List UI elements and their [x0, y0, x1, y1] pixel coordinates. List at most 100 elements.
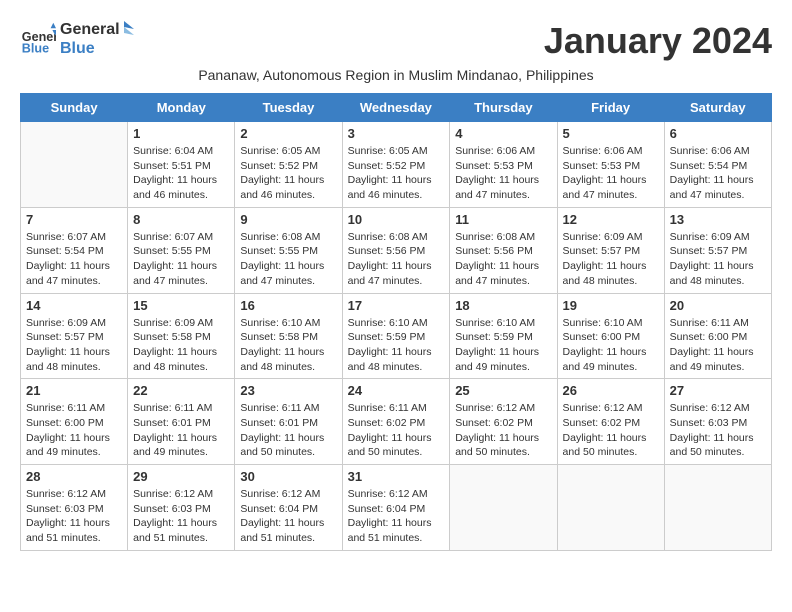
calendar-cell: 29 Sunrise: 6:12 AMSunset: 6:03 PMDayligh… — [128, 465, 235, 551]
day-number: 29 — [133, 469, 229, 484]
day-info: Sunrise: 6:07 AMSunset: 5:54 PMDaylight:… — [26, 230, 122, 289]
day-info: Sunrise: 6:12 AMSunset: 6:02 PMDaylight:… — [563, 401, 659, 460]
svg-text:Blue: Blue — [22, 42, 49, 56]
day-number: 11 — [455, 212, 551, 227]
day-number: 26 — [563, 383, 659, 398]
day-number: 6 — [670, 126, 766, 141]
day-info: Sunrise: 6:11 AMSunset: 6:00 PMDaylight:… — [26, 401, 122, 460]
day-number: 3 — [348, 126, 445, 141]
logo: General Blue General Blue — [20, 20, 134, 58]
day-number: 4 — [455, 126, 551, 141]
header: General Blue General Blue January 2024 — [20, 20, 772, 62]
day-info: Sunrise: 6:09 AMSunset: 5:57 PMDaylight:… — [670, 230, 766, 289]
day-info: Sunrise: 6:11 AMSunset: 6:01 PMDaylight:… — [240, 401, 336, 460]
day-info: Sunrise: 6:07 AMSunset: 5:55 PMDaylight:… — [133, 230, 229, 289]
calendar-cell: 5Sunrise: 6:06 AMSunset: 5:53 PMDaylight… — [557, 122, 664, 208]
day-info: Sunrise: 6:11 AMSunset: 6:00 PMDaylight:… — [670, 316, 766, 375]
day-number: 8 — [133, 212, 229, 227]
calendar-cell: 11 Sunrise: 6:08 AMSunset: 5:56 PMDayligh… — [450, 207, 557, 293]
day-number: 28 — [26, 469, 122, 484]
day-number: 7 — [26, 212, 122, 227]
calendar-cell: 15 Sunrise: 6:09 AMSunset: 5:58 PMDayligh… — [128, 293, 235, 379]
header-thursday: Thursday — [450, 94, 557, 122]
header-saturday: Saturday — [664, 94, 771, 122]
day-number: 30 — [240, 469, 336, 484]
day-info: Sunrise: 6:08 AMSunset: 5:55 PMDaylight:… — [240, 230, 336, 289]
day-number: 14 — [26, 298, 122, 313]
logo-general: General — [60, 20, 120, 39]
calendar-cell: 10 Sunrise: 6:08 AMSunset: 5:56 PMDayligh… — [342, 207, 450, 293]
day-info: Sunrise: 6:06 AMSunset: 5:53 PMDaylight:… — [563, 144, 659, 203]
calendar-cell — [557, 465, 664, 551]
day-number: 25 — [455, 383, 551, 398]
day-info: Sunrise: 6:12 AMSunset: 6:03 PMDaylight:… — [133, 487, 229, 546]
day-info: Sunrise: 6:06 AMSunset: 5:54 PMDaylight:… — [670, 144, 766, 203]
calendar-cell: 30Sunrise: 6:12 AMSunset: 6:04 PMDayligh… — [235, 465, 342, 551]
calendar-cell: 18Sunrise: 6:10 AMSunset: 5:59 PMDayligh… — [450, 293, 557, 379]
calendar-cell: 2Sunrise: 6:05 AMSunset: 5:52 PMDaylight… — [235, 122, 342, 208]
day-number: 22 — [133, 383, 229, 398]
calendar-cell: 7 Sunrise: 6:07 AMSunset: 5:54 PMDaylight… — [21, 207, 128, 293]
day-info: Sunrise: 6:12 AMSunset: 6:04 PMDaylight:… — [348, 487, 445, 546]
day-info: Sunrise: 6:09 AMSunset: 5:58 PMDaylight:… — [133, 316, 229, 375]
calendar-cell: 19 Sunrise: 6:10 AMSunset: 6:00 PMDayligh… — [557, 293, 664, 379]
page-wrapper: General Blue General Blue January 2024 P… — [20, 20, 772, 551]
calendar-cell: 31Sunrise: 6:12 AMSunset: 6:04 PMDayligh… — [342, 465, 450, 551]
day-number: 17 — [348, 298, 445, 313]
calendar-cell — [21, 122, 128, 208]
day-number: 19 — [563, 298, 659, 313]
day-number: 10 — [348, 212, 445, 227]
calendar-cell: 4 Sunrise: 6:06 AMSunset: 5:53 PMDaylight… — [450, 122, 557, 208]
calendar-cell: 3 Sunrise: 6:05 AMSunset: 5:52 PMDaylight… — [342, 122, 450, 208]
day-info: Sunrise: 6:05 AMSunset: 5:52 PMDaylight:… — [348, 144, 445, 203]
calendar-cell: 22 Sunrise: 6:11 AMSunset: 6:01 PMDayligh… — [128, 379, 235, 465]
calendar-cell: 6 Sunrise: 6:06 AMSunset: 5:54 PMDaylight… — [664, 122, 771, 208]
day-info: Sunrise: 6:09 AMSunset: 5:57 PMDaylight:… — [563, 230, 659, 289]
calendar-cell: 16Sunrise: 6:10 AMSunset: 5:58 PMDayligh… — [235, 293, 342, 379]
calendar-cell: 20Sunrise: 6:11 AMSunset: 6:00 PMDayligh… — [664, 293, 771, 379]
day-number: 9 — [240, 212, 336, 227]
header-sunday: Sunday — [21, 94, 128, 122]
calendar-cell: 28Sunrise: 6:12 AMSunset: 6:03 PMDayligh… — [21, 465, 128, 551]
day-info: Sunrise: 6:11 AMSunset: 6:01 PMDaylight:… — [133, 401, 229, 460]
day-info: Sunrise: 6:06 AMSunset: 5:53 PMDaylight:… — [455, 144, 551, 203]
calendar-cell: 27 Sunrise: 6:12 AMSunset: 6:03 PMDayligh… — [664, 379, 771, 465]
day-number: 23 — [240, 383, 336, 398]
header-monday: Monday — [128, 94, 235, 122]
logo-icon: General Blue — [20, 21, 56, 57]
day-info: Sunrise: 6:08 AMSunset: 5:56 PMDaylight:… — [455, 230, 551, 289]
calendar-week-row: 14Sunrise: 6:09 AMSunset: 5:57 PMDayligh… — [21, 293, 772, 379]
calendar-cell — [450, 465, 557, 551]
weekday-header-row: Sunday Monday Tuesday Wednesday Thursday… — [21, 94, 772, 122]
day-number: 13 — [670, 212, 766, 227]
day-number: 15 — [133, 298, 229, 313]
calendar-cell: 26 Sunrise: 6:12 AMSunset: 6:02 PMDayligh… — [557, 379, 664, 465]
day-info: Sunrise: 6:11 AMSunset: 6:02 PMDaylight:… — [348, 401, 445, 460]
header-friday: Friday — [557, 94, 664, 122]
header-tuesday: Tuesday — [235, 94, 342, 122]
day-number: 1 — [133, 126, 229, 141]
day-number: 16 — [240, 298, 336, 313]
logo-bird-icon — [114, 19, 134, 49]
calendar-cell: 1 Sunrise: 6:04 AMSunset: 5:51 PMDaylight… — [128, 122, 235, 208]
day-info: Sunrise: 6:08 AMSunset: 5:56 PMDaylight:… — [348, 230, 445, 289]
day-info: Sunrise: 6:12 AMSunset: 6:03 PMDaylight:… — [670, 401, 766, 460]
day-info: Sunrise: 6:10 AMSunset: 6:00 PMDaylight:… — [563, 316, 659, 375]
day-number: 24 — [348, 383, 445, 398]
calendar-cell: 8 Sunrise: 6:07 AMSunset: 5:55 PMDaylight… — [128, 207, 235, 293]
calendar-subtitle: Pananaw, Autonomous Region in Muslim Min… — [20, 67, 772, 83]
day-info: Sunrise: 6:04 AMSunset: 5:51 PMDaylight:… — [133, 144, 229, 203]
month-title: January 2024 — [544, 20, 772, 62]
calendar-week-row: 28 Sunrise: 6:12 AMSunset: 6:03 PMDayligh… — [21, 465, 772, 551]
calendar-cell — [664, 465, 771, 551]
calendar-cell: 14Sunrise: 6:09 AMSunset: 5:57 PMDayligh… — [21, 293, 128, 379]
day-info: Sunrise: 6:12 AMSunset: 6:02 PMDaylight:… — [455, 401, 551, 460]
day-number: 27 — [670, 383, 766, 398]
calendar-cell: 12 Sunrise: 6:09 AMSunset: 5:57 PMDayligh… — [557, 207, 664, 293]
calendar-week-row: 7 Sunrise: 6:07 AMSunset: 5:54 PMDaylight… — [21, 207, 772, 293]
day-number: 12 — [563, 212, 659, 227]
calendar-cell: 21 Sunrise: 6:11 AMSunset: 6:00 PMDayligh… — [21, 379, 128, 465]
calendar-cell: 25 Sunrise: 6:12 AMSunset: 6:02 PMDayligh… — [450, 379, 557, 465]
day-info: Sunrise: 6:10 AMSunset: 5:59 PMDaylight:… — [348, 316, 445, 375]
day-number: 21 — [26, 383, 122, 398]
